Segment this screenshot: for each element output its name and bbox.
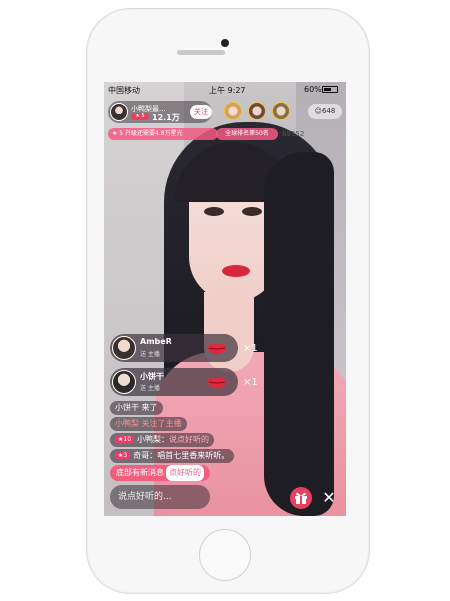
lips-gift-icon bbox=[207, 343, 227, 355]
clock: 上午 9:27 bbox=[209, 86, 246, 95]
comment-input[interactable]: 说点好听的... bbox=[110, 485, 210, 509]
gift-count: ×1 bbox=[243, 343, 258, 354]
gift-sender-avatar[interactable] bbox=[112, 370, 136, 394]
chat-text: 唱首七里香来听听。 bbox=[157, 451, 230, 460]
gift-notification: AmbeR 送 主播 bbox=[110, 334, 238, 362]
gift-box-icon bbox=[295, 492, 307, 504]
gift-count: ×1 bbox=[243, 377, 258, 388]
new-message-text: 底部有新消息 bbox=[116, 468, 164, 477]
home-button[interactable] bbox=[199, 529, 251, 581]
upgrade-text: 升级还需要4.8万星光 bbox=[125, 130, 183, 137]
streamer-lips bbox=[222, 265, 250, 277]
new-message-preview: 点好听的 bbox=[166, 465, 204, 481]
chat-message: ★3 奇哥：唱首七里香来听听。 bbox=[110, 449, 235, 463]
chat-text: 说点好听的 bbox=[169, 435, 210, 444]
global-rank-pill[interactable]: 全球排名第50名 bbox=[216, 128, 278, 140]
viewer-count[interactable]: ☺648 bbox=[308, 104, 342, 119]
battery-icon bbox=[322, 86, 338, 93]
host-avatar[interactable] bbox=[110, 103, 128, 121]
person-icon: ☺ bbox=[314, 107, 322, 115]
gift-sender-name: 小饼干 bbox=[140, 372, 164, 381]
lips-gift-icon bbox=[207, 377, 227, 389]
chat-message: 小鸭梨 关注了主播 bbox=[110, 417, 187, 431]
earpiece-speaker bbox=[177, 50, 225, 55]
front-camera bbox=[221, 39, 229, 47]
gift-action: 送 主播 bbox=[140, 351, 160, 358]
battery-percent: 60% bbox=[304, 85, 322, 94]
level-badge: ★ 5 bbox=[112, 130, 124, 137]
gift-button[interactable] bbox=[290, 487, 312, 509]
room-id: 89352 bbox=[282, 130, 305, 138]
left-eye bbox=[204, 207, 224, 216]
live-stream-screen: 中国移动 上午 9:27 60% 小鸭梨最... ★ 5 12.1万 关注 ☺6… bbox=[104, 82, 346, 516]
chat-message: ★10 小鸭梨：说点好听的 bbox=[110, 433, 215, 447]
gift-action: 送 主播 bbox=[140, 385, 160, 392]
streamer-hair-side bbox=[264, 152, 334, 516]
right-eye bbox=[242, 207, 262, 216]
gift-sender-avatar[interactable] bbox=[112, 336, 136, 360]
host-level-badge: ★ 5 bbox=[131, 113, 149, 120]
gift-sender-name: AmbeR bbox=[140, 337, 172, 346]
new-message-banner[interactable]: 底部有新消息 点好听的 bbox=[110, 465, 210, 481]
user-level-badge: ★10 bbox=[115, 435, 135, 444]
close-icon[interactable]: ✕ bbox=[318, 487, 340, 509]
viewer-avatar[interactable] bbox=[272, 102, 290, 120]
user-level-badge: ★3 bbox=[115, 451, 131, 460]
viewer-avatar[interactable] bbox=[224, 102, 242, 120]
chat-user[interactable]: 小鸭梨： bbox=[137, 435, 169, 444]
host-info-pill[interactable]: 小鸭梨最... ★ 5 12.1万 关注 bbox=[108, 101, 212, 123]
viewer-avatar[interactable] bbox=[248, 102, 266, 120]
chat-text: 小饼干 来了 bbox=[115, 403, 158, 412]
chat-text: 小鸭梨 关注了主播 bbox=[115, 419, 182, 428]
chat-user[interactable]: 奇哥： bbox=[133, 451, 157, 460]
follow-button[interactable]: 关注 bbox=[190, 105, 212, 119]
upgrade-progress-pill: ★ 5 升级还需要4.8万星光 bbox=[108, 128, 218, 140]
gift-notification: 小饼干 送 主播 bbox=[110, 368, 238, 396]
carrier-label: 中国移动 bbox=[108, 86, 140, 95]
chat-message: 小饼干 来了 bbox=[110, 401, 163, 415]
viewer-count-value: 648 bbox=[321, 107, 336, 115]
host-followers: 12.1万 bbox=[152, 113, 180, 122]
status-bar: 中国移动 上午 9:27 60% bbox=[104, 82, 346, 98]
